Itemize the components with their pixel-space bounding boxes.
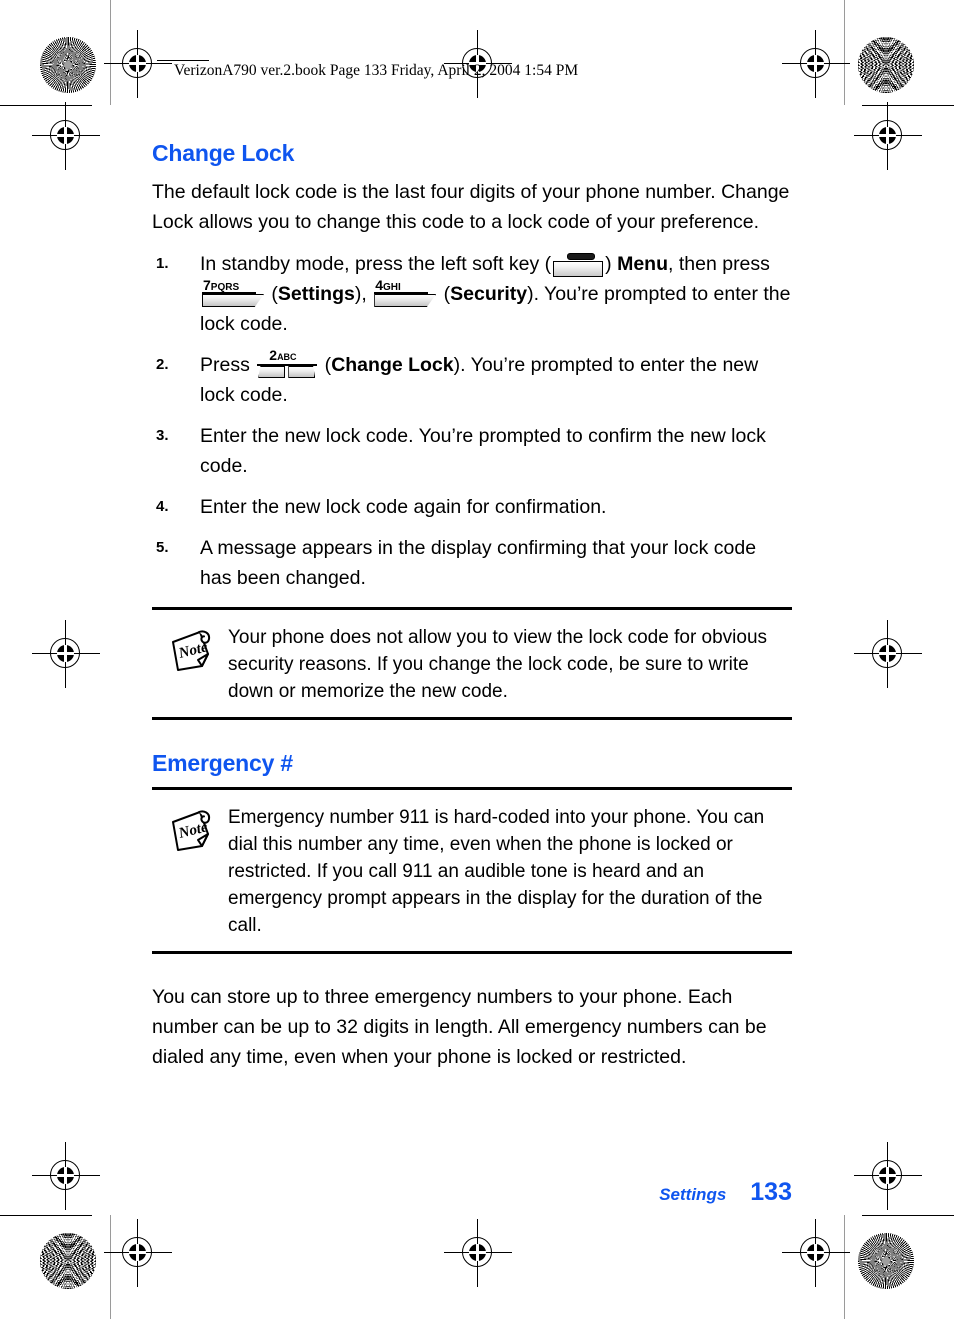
list-item-step-1: 1. In standby mode, press the left soft … <box>152 249 792 339</box>
footer-section-label: Settings <box>659 1185 727 1204</box>
page-footer: Settings 133 <box>659 1178 792 1207</box>
left-soft-key-icon <box>553 253 604 277</box>
key-2-letters: ABC <box>277 352 297 362</box>
step-text: Enter the new lock code again for confir… <box>200 496 607 518</box>
registration-target-top-left <box>104 30 172 98</box>
list-item-step-2: 2. Press 2ABC (Change Lock). You’re prom… <box>152 348 792 410</box>
step-bold-menu: Menu <box>617 253 669 275</box>
page-content: Change Lock The default lock code is the… <box>152 140 792 1084</box>
registration-target-top-right <box>782 30 850 98</box>
registration-target-bottom-center <box>444 1219 512 1287</box>
crop-line-left-top-horizontal <box>0 105 92 107</box>
step-text-part: ( <box>319 354 332 376</box>
change-lock-intro-paragraph: The default lock code is the last four d… <box>152 181 790 233</box>
key-2-digit: 2 <box>269 347 278 363</box>
manual-page: VerizonA790 ver.2.book Page 133 Friday, … <box>0 0 954 1319</box>
rosette-moire-bottom-left <box>40 1233 96 1289</box>
step-bold-security: Security <box>450 283 528 305</box>
rosette-starburst-top-left <box>40 37 96 93</box>
step-number: 5. <box>156 539 169 556</box>
rosette-moire-top-right <box>858 37 914 93</box>
registration-target-middle-left <box>32 620 100 688</box>
step-number: 3. <box>156 427 169 444</box>
step-text-part: ( <box>438 283 451 305</box>
crop-line-bottom-right-vertical <box>844 1215 846 1319</box>
step-number: 2. <box>156 356 169 373</box>
step-number: 1. <box>156 255 169 272</box>
registration-target-lower-left-inner <box>32 1142 100 1210</box>
registration-target-middle-right <box>854 620 922 688</box>
step-text-part: ) <box>605 253 618 275</box>
note-body-emergency: Emergency number 911 is hard-coded into … <box>228 804 792 939</box>
step-text-part: Press <box>200 354 256 376</box>
crop-line-top-right-vertical <box>844 0 846 105</box>
step-text: Enter the new lock code. You’re prompted… <box>200 425 766 477</box>
step-text-part: , then press <box>668 253 770 275</box>
note-text: Your phone does not allow you to view th… <box>228 627 768 702</box>
list-item-step-5: 5. A message appears in the display conf… <box>152 533 792 593</box>
crop-line-right-top-horizontal <box>862 105 954 107</box>
registration-target-upper-right-inner <box>854 102 922 170</box>
key-4-ghi-icon: 4GHI <box>374 278 437 309</box>
list-item-step-4: 4. Enter the new lock code again for con… <box>152 492 792 522</box>
step-bold-change-lock: Change Lock <box>331 354 454 376</box>
note-icon: Note <box>166 806 218 858</box>
crop-line-right-bottom-horizontal <box>862 1215 954 1217</box>
key-4-digit: 4 <box>375 277 383 293</box>
step-text-part: ( <box>266 283 278 305</box>
step-bold-settings: Settings <box>277 283 355 305</box>
step-text-part: In standby mode, press the left soft key… <box>200 253 552 275</box>
emergency-body-paragraph: You can store up to three emergency numb… <box>152 986 767 1068</box>
key-7-digit: 7 <box>203 277 211 293</box>
note-callout-emergency: Note Emergency number 911 is hard-coded … <box>152 787 792 954</box>
note-text: Emergency number 911 is hard-coded into … <box>228 807 765 936</box>
crop-line-left-bottom-horizontal <box>0 1215 92 1217</box>
registration-target-bottom-right <box>782 1219 850 1287</box>
registration-target-lower-right-inner <box>854 1142 922 1210</box>
change-lock-step-list: 1. In standby mode, press the left soft … <box>152 249 792 593</box>
note-callout-change-lock: Note Your phone does not allow you to vi… <box>152 607 792 720</box>
key-7-pqrs-icon: 7PQRS <box>202 278 264 309</box>
registration-target-bottom-left <box>104 1219 172 1287</box>
key-2-abc-icon: 2ABC <box>257 348 318 380</box>
step-text-part: ), <box>354 283 373 305</box>
rosette-starburst-bottom-right <box>858 1233 914 1289</box>
step-number: 4. <box>156 498 169 515</box>
footer-page-number: 133 <box>750 1178 792 1206</box>
step-text: A message appears in the display confirm… <box>200 537 757 589</box>
list-item-step-3: 3. Enter the new lock code. You’re promp… <box>152 421 792 481</box>
note-icon: Note <box>166 626 218 678</box>
book-header-text: VerizonA790 ver.2.book Page 133 Friday, … <box>174 62 579 79</box>
page-title-emergency: Emergency # <box>152 750 293 776</box>
registration-target-upper-left-inner <box>32 102 100 170</box>
note-body-change-lock: Your phone does not allow you to view th… <box>228 624 792 705</box>
page-title-change-lock: Change Lock <box>152 140 295 166</box>
